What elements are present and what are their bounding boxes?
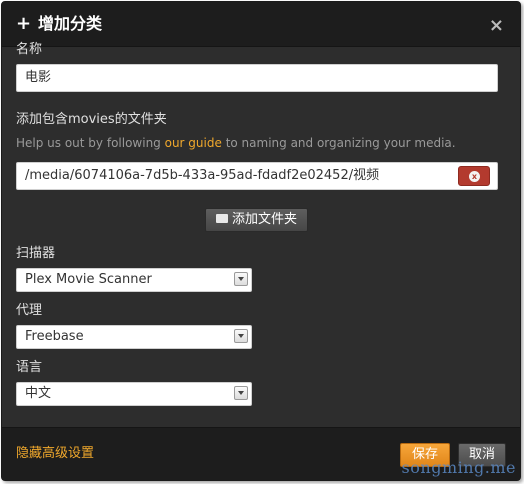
scanner-label: 扫描器 [16, 246, 56, 261]
close-icon[interactable]: × [489, 14, 504, 38]
chevron-down-icon [234, 272, 248, 286]
add-folder-label: 添加文件夹 [232, 212, 298, 227]
scanner-value: Plex Movie Scanner [25, 272, 152, 287]
add-folder-button[interactable]: 添加文件夹 [205, 208, 309, 232]
remove-icon: x [469, 171, 480, 182]
language-label: 语言 [16, 360, 43, 375]
dialog-titlebar: + 增加分类 × [2, 2, 520, 47]
dialog-title: 增加分类 [38, 14, 103, 33]
scanner-select[interactable]: Plex Movie Scanner [16, 268, 252, 292]
name-input[interactable]: 电影 [16, 64, 498, 92]
folders-label: 添加包含movies的文件夹 [16, 112, 167, 127]
hide-advanced-settings-link[interactable]: 隐藏高级设置 [16, 445, 94, 463]
folders-help-text: Help us out by following our guide to na… [16, 135, 456, 151]
plus-icon: + [16, 13, 32, 34]
agent-select[interactable]: Freebase [16, 325, 252, 349]
agent-label: 代理 [16, 303, 43, 318]
help-suffix: to naming and organizing your media. [221, 136, 456, 150]
folder-path[interactable]: /media/6074106a-7d5b-433a-95ad-fdadf2e02… [25, 168, 379, 183]
watermark: songming.me [401, 458, 516, 477]
language-value: 中文 [25, 386, 52, 401]
remove-folder-button[interactable]: x [458, 166, 490, 186]
chevron-down-icon [234, 329, 248, 343]
folder-path-field: /media/6074106a-7d5b-433a-95ad-fdadf2e02… [16, 162, 498, 190]
guide-link[interactable]: our guide [165, 136, 222, 150]
add-library-dialog: + 增加分类 × 名称 电影 添加包含movies的文件夹 Help us ou… [1, 1, 521, 481]
folder-icon [216, 214, 228, 223]
dialog-body: 名称 电影 添加包含movies的文件夹 Help us out by foll… [2, 42, 520, 427]
language-select[interactable]: 中文 [16, 382, 252, 406]
chevron-down-icon [234, 386, 248, 400]
help-prefix: Help us out by following [16, 136, 165, 150]
name-label: 名称 [16, 42, 43, 57]
agent-value: Freebase [25, 329, 84, 344]
